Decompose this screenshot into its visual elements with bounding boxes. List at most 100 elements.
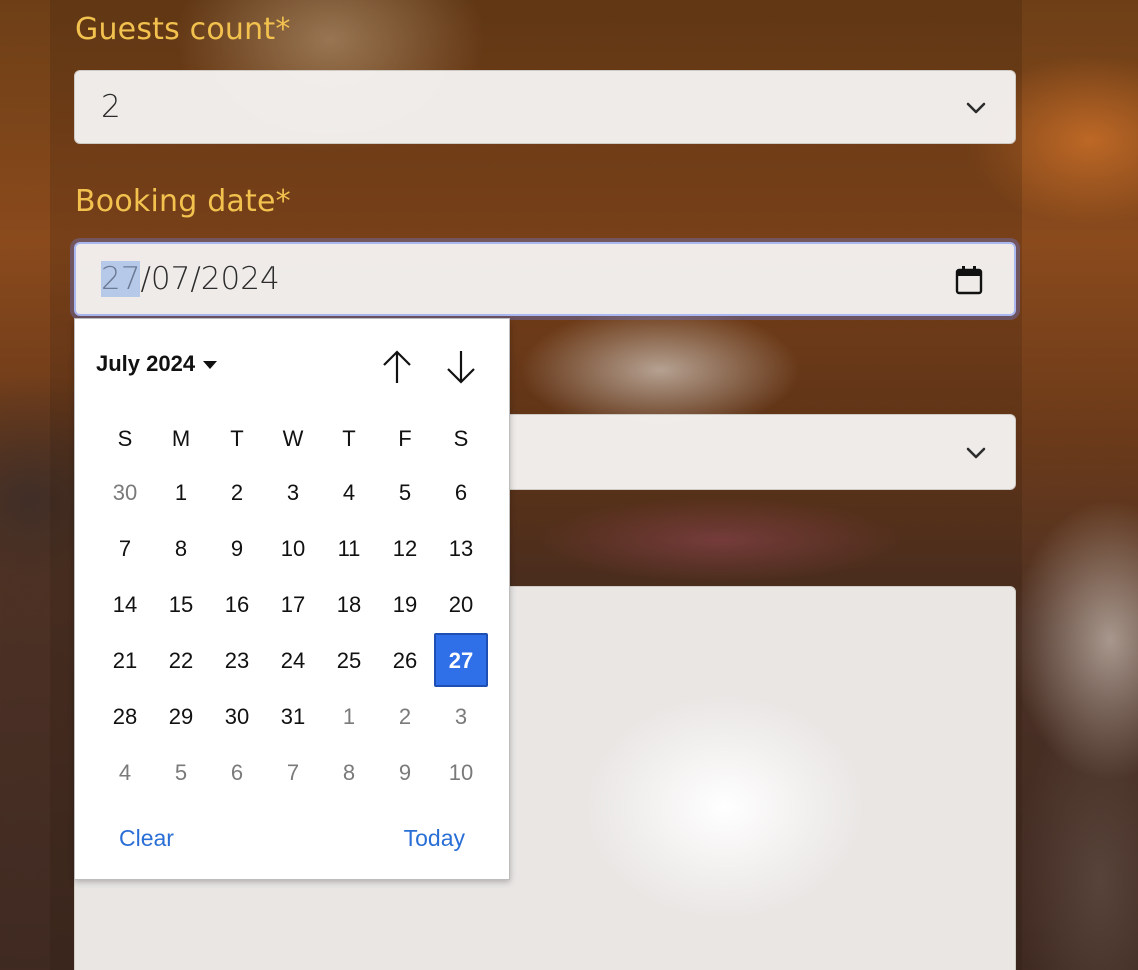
clear-button[interactable]: Clear [119,825,174,852]
arrow-up-icon[interactable] [379,347,415,387]
calendar-day-number: 11 [337,536,361,561]
weekday-label: S [117,426,133,451]
month-year-selector[interactable]: July 2024 [96,351,218,377]
calendar-day[interactable]: 23 [209,633,265,689]
calendar-day-number: 22 [168,648,194,673]
calendar-day[interactable]: 7 [97,521,153,577]
calendar-day[interactable]: 8 [321,745,377,801]
calendar-day-number: 2 [398,704,412,729]
calendar-day[interactable]: 29 [153,689,209,745]
calendar-week-row: 14 15 16 17 18 19 20 [97,577,489,633]
calendar-day[interactable]: 16 [209,577,265,633]
calendar-week-row: 21 22 23 24 25 26 27 [97,633,489,689]
calendar-day[interactable]: 9 [377,745,433,801]
calendar-day-number: 1 [342,704,356,729]
calendar-day[interactable]: 2 [209,465,265,521]
calendar-day[interactable]: 13 [433,521,489,577]
booking-date-label: Booking date* [75,184,291,219]
calendar-day-number: 9 [398,760,412,785]
calendar-day[interactable]: 1 [321,689,377,745]
calendar-day-number: 5 [398,480,412,505]
calendar-day-number: 28 [112,704,138,729]
booking-date-rest: /07/2024 [140,261,280,297]
booking-date-day-segment[interactable]: 27 [101,261,141,297]
calendar-day[interactable]: 2 [377,689,433,745]
calendar-day[interactable]: 18 [321,577,377,633]
weekday-header: S M T W T F S [97,425,489,453]
calendar-day-number: 1 [174,480,188,505]
calendar-day[interactable]: 19 [377,577,433,633]
calendar-day[interactable]: 8 [153,521,209,577]
calendar-day[interactable]: 6 [433,465,489,521]
calendar-day[interactable]: 10 [265,521,321,577]
calendar-day[interactable]: 24 [265,633,321,689]
calendar-day-number: 20 [448,592,474,617]
calendar-icon[interactable] [954,264,984,296]
calendar-week-row: 7 8 9 10 11 12 13 [97,521,489,577]
calendar-day[interactable]: 26 [377,633,433,689]
calendar-day[interactable]: 30 [209,689,265,745]
calendar-day[interactable]: 12 [377,521,433,577]
calendar-day[interactable]: 30 [97,465,153,521]
calendar-day[interactable]: 5 [153,745,209,801]
calendar-day[interactable]: 21 [97,633,153,689]
calendar-day[interactable]: 31 [265,689,321,745]
calendar-day-number: 16 [224,592,250,617]
booking-date-value: 27/07/2024 [101,261,280,297]
calendar-day[interactable]: 5 [377,465,433,521]
calendar-day[interactable]: 3 [265,465,321,521]
calendar-day[interactable]: 15 [153,577,209,633]
calendar-day-number: 8 [342,760,356,785]
calendar-day-number: 7 [286,760,300,785]
calendar-day-selected[interactable]: 27 [433,633,489,689]
month-year-label: July 2024 [96,351,196,376]
calendar-day-number: 25 [336,648,362,673]
calendar-day[interactable]: 9 [209,521,265,577]
calendar-day[interactable]: 3 [433,689,489,745]
weekday-label: S [453,426,469,451]
calendar-day-number: 15 [168,592,194,617]
weekday-label: M [171,426,191,451]
calendar-day[interactable]: 10 [433,745,489,801]
weekday-label: T [342,426,356,451]
calendar-day-number: 13 [448,536,474,561]
booking-date-input[interactable]: 27/07/2024 [74,242,1016,316]
calendar-day-number: 6 [454,480,468,505]
guests-count-select[interactable]: 2 [74,70,1016,144]
calendar-day-number: 29 [168,704,194,729]
calendar-day-number: 24 [280,648,306,673]
calendar-day[interactable]: 1 [153,465,209,521]
calendar-day[interactable]: 20 [433,577,489,633]
calendar-day-number: 4 [118,760,132,785]
calendar-week-row: 4 5 6 7 8 9 10 [97,745,489,801]
arrow-down-icon[interactable] [443,347,479,387]
calendar-day[interactable]: 11 [321,521,377,577]
calendar-day[interactable]: 4 [97,745,153,801]
calendar-day-number: 4 [342,480,356,505]
calendar-day[interactable]: 14 [97,577,153,633]
calendar-day[interactable]: 17 [265,577,321,633]
chevron-down-icon[interactable] [965,97,987,119]
weekday-label: T [230,426,244,451]
calendar-day-number: 26 [392,648,418,673]
calendar-day-number: 23 [224,648,250,673]
calendar-day[interactable]: 25 [321,633,377,689]
calendar-day-number: 31 [280,704,306,729]
calendar-day-number: 18 [336,592,362,617]
calendar-day-number: 8 [174,536,188,561]
calendar-day-number: 17 [280,592,306,617]
calendar-week-row: 28 29 30 31 1 2 3 [97,689,489,745]
calendar-day[interactable]: 28 [97,689,153,745]
calendar-day[interactable]: 4 [321,465,377,521]
calendar-day-number: 7 [118,536,132,561]
calendar-day-number: 6 [230,760,244,785]
calendar-day[interactable]: 22 [153,633,209,689]
chevron-down-icon[interactable] [965,442,987,464]
calendar-day-number: 21 [112,648,138,673]
calendar-day-number: 3 [286,480,300,505]
calendar-day[interactable]: 7 [265,745,321,801]
calendar-week-row: 30 1 2 3 4 5 6 [97,465,489,521]
calendar-day-number: 27 [448,648,474,673]
calendar-day[interactable]: 6 [209,745,265,801]
today-button[interactable]: Today [404,825,465,852]
